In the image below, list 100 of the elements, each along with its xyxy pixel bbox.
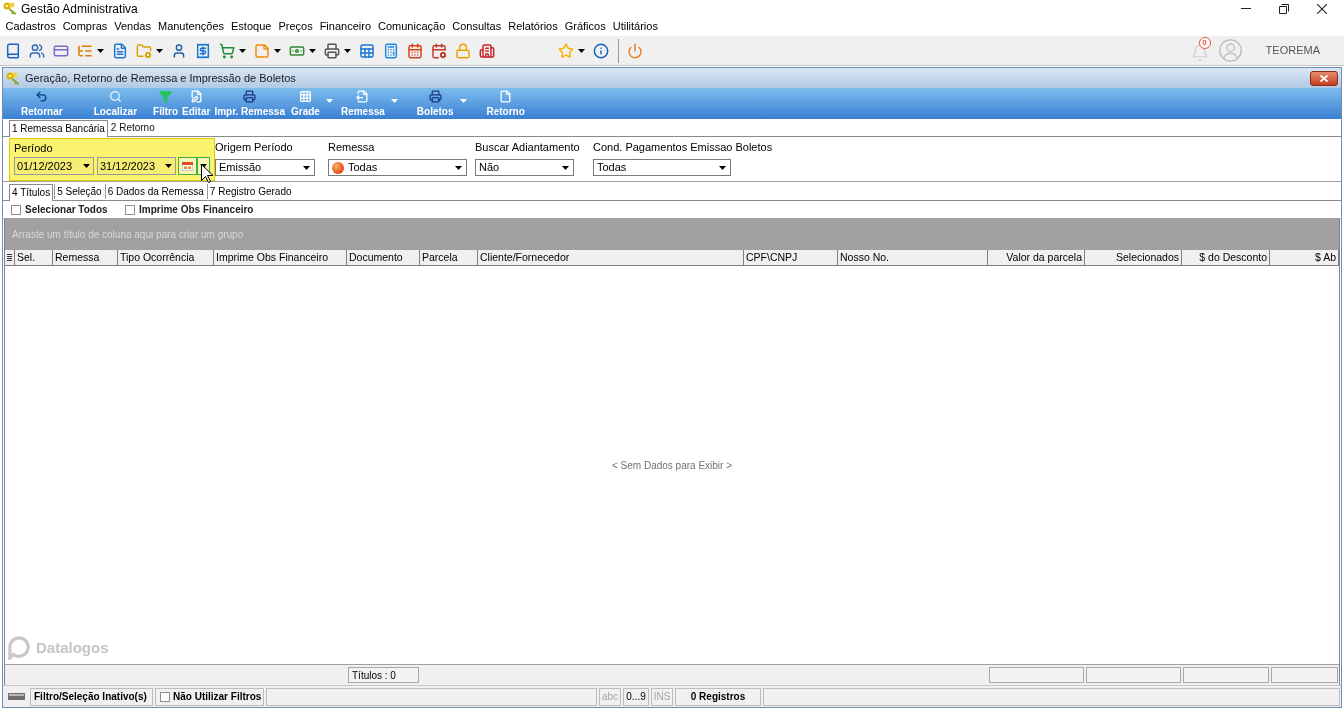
menu-item[interactable]: Preços — [274, 21, 317, 32]
cart-icon[interactable] — [219, 42, 235, 59]
edit-icon — [189, 89, 203, 103]
menu-item[interactable]: Compras — [59, 21, 111, 32]
caret-icon[interactable] — [303, 165, 310, 170]
caret-icon[interactable] — [97, 48, 104, 53]
column-header[interactable]: $ Ab — [1270, 250, 1339, 265]
tab[interactable]: 7 Registro Gerado — [206, 184, 294, 199]
checkbox[interactable] — [11, 204, 21, 215]
caret-icon[interactable] — [719, 165, 726, 170]
table-icon[interactable] — [359, 42, 375, 59]
checkbox-label: Não Utilizar Filtros — [173, 690, 262, 704]
power-icon[interactable] — [627, 42, 643, 59]
column-header[interactable]: $ do Desconto — [1182, 250, 1270, 265]
select-field[interactable]: Não — [475, 159, 574, 176]
search-icon — [108, 89, 122, 103]
window-title: Gestão Administrativa — [21, 2, 138, 15]
bell-icon[interactable] — [1190, 43, 1209, 62]
tab[interactable]: 1 Remessa Bancária — [9, 120, 108, 137]
printer-icon — [428, 89, 442, 103]
menu-item[interactable]: Gráficos — [561, 21, 610, 32]
column-header[interactable]: CPF\CNPJ — [744, 250, 838, 265]
status-indicator: abc — [599, 687, 621, 706]
status-indicator: 0...9 — [623, 687, 649, 706]
menu-item[interactable]: Relatórios — [504, 21, 562, 32]
ball-icon — [332, 161, 344, 174]
filter-status: Filtro/Seleção Inativo(s) — [30, 687, 153, 706]
column-header[interactable]: Valor da parcela — [988, 250, 1085, 265]
caret-icon[interactable] — [578, 48, 585, 53]
printer-icon — [243, 89, 257, 103]
caret-icon[interactable] — [455, 165, 462, 170]
calendar-icon[interactable] — [407, 42, 423, 59]
document-icon — [499, 89, 513, 103]
select-field[interactable]: Todas — [593, 159, 731, 176]
column-header[interactable]: Tipo Ocorrência — [118, 250, 214, 265]
users-icon[interactable] — [29, 42, 45, 59]
receipt-icon[interactable] — [195, 42, 211, 59]
restore-icon — [1279, 3, 1289, 14]
column-header[interactable]: Selecionados — [1085, 250, 1182, 265]
date-field[interactable]: 01/12/2023 — [14, 157, 94, 175]
menu-item[interactable]: Comunicação — [374, 21, 449, 32]
building-icon[interactable] — [479, 42, 495, 59]
menu-item[interactable]: Financeiro — [316, 21, 375, 32]
menu-item[interactable]: Vendas — [110, 21, 155, 32]
menu-item[interactable]: Manutenções — [154, 21, 228, 32]
field-label: Buscar Adiantamento — [475, 141, 580, 154]
column-header[interactable]: Nosso No. — [838, 250, 988, 265]
checkbox[interactable] — [160, 691, 170, 702]
filter-icon — [159, 89, 173, 103]
star-icon[interactable] — [558, 42, 574, 59]
undo-icon — [35, 89, 49, 103]
caret-icon[interactable] — [165, 164, 172, 168]
caret-icon[interactable] — [274, 48, 281, 53]
checkbox[interactable] — [125, 204, 135, 215]
field-label: Origem Período — [215, 141, 293, 154]
caret-icon[interactable] — [156, 48, 163, 53]
summary-cell: Títulos : 0 — [348, 667, 419, 683]
cursor-icon — [201, 164, 213, 183]
date-field[interactable]: 31/12/2023 — [97, 157, 176, 175]
caret-icon[interactable] — [344, 48, 351, 53]
column-menu-icon[interactable] — [7, 253, 12, 262]
tab[interactable]: 4 Títulos — [9, 184, 54, 201]
close-button[interactable] — [1310, 70, 1338, 86]
tab[interactable]: 6 Dados da Remessa — [104, 184, 206, 199]
calendar-button[interactable] — [178, 157, 197, 175]
book-icon[interactable] — [5, 42, 21, 59]
menu-item[interactable]: Estoque — [227, 21, 275, 32]
caret-icon[interactable] — [309, 48, 316, 53]
checkbox-label: Selecionar Todos — [25, 203, 108, 217]
menu-item[interactable]: Cadastros — [2, 21, 60, 32]
document-icon — [356, 89, 370, 103]
printer-icon[interactable] — [324, 42, 340, 59]
select-field[interactable]: Emissão — [215, 159, 315, 176]
column-header[interactable]: Cliente/Fornecedor — [478, 250, 744, 265]
caret-icon[interactable] — [83, 164, 90, 168]
caret-icon[interactable] — [239, 48, 246, 53]
column-header[interactable]: Imprime Obs Financeiro — [214, 250, 347, 265]
tab[interactable]: 2 Retorno — [108, 120, 157, 136]
select-field[interactable]: Todas — [328, 159, 467, 176]
user-name: TEOREMA — [1265, 43, 1320, 59]
calendar-gear-icon[interactable] — [431, 42, 447, 59]
panel-icon[interactable] — [7, 693, 25, 700]
menu-item[interactable]: Utilitários — [609, 21, 662, 32]
info-icon[interactable] — [593, 42, 609, 59]
caret-icon[interactable] — [562, 165, 569, 170]
column-header[interactable]: Parcela — [420, 250, 478, 265]
column-header[interactable]: Sel. — [15, 250, 53, 265]
close-icon — [1320, 74, 1328, 82]
menu-item[interactable]: Consultas — [448, 21, 505, 32]
record-count: 0 Registros — [675, 687, 761, 706]
column-header[interactable]: Remessa — [53, 250, 118, 265]
keys-icon — [3, 2, 18, 15]
person-icon[interactable] — [171, 42, 187, 59]
column-header[interactable]: Documento — [347, 250, 420, 265]
field-label: Cond. Pagamentos Emissao Boletos — [593, 141, 773, 154]
brand-name: Datalogos — [36, 637, 109, 658]
tab[interactable]: 5 Seleção — [54, 184, 104, 199]
calendar-icon — [182, 161, 193, 171]
document-icon[interactable] — [112, 42, 128, 59]
calculator-icon[interactable] — [383, 42, 399, 59]
